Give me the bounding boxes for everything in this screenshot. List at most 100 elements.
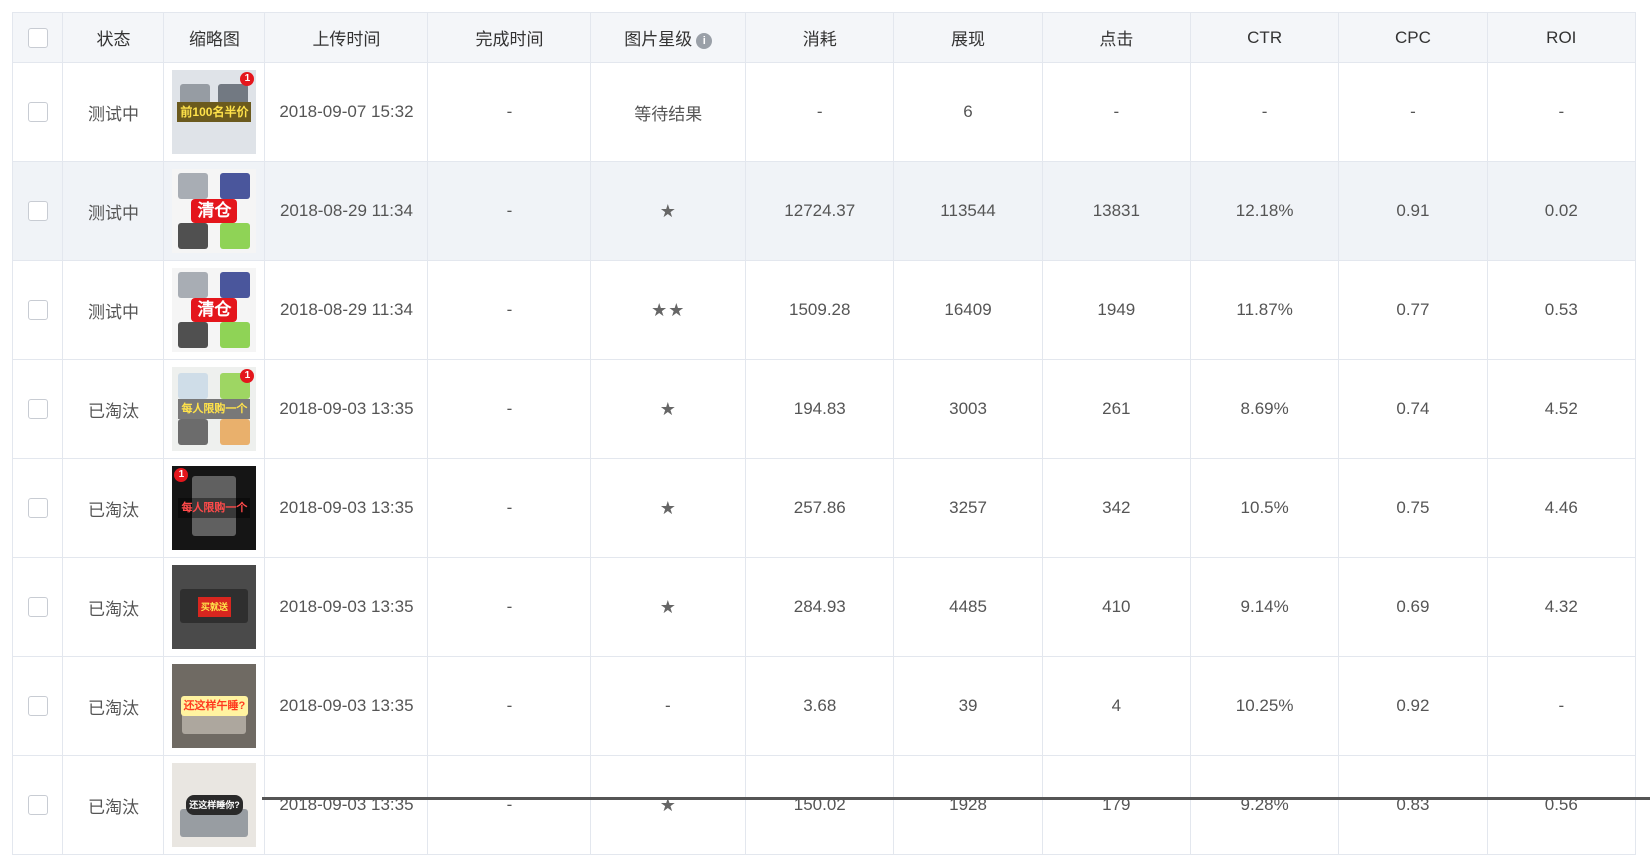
thumbnail-image[interactable]: 还这样午睡? (172, 664, 257, 748)
thumbnail-cell: 前100名半价 1 (163, 62, 266, 162)
header-impressions[interactable]: 展现 (893, 12, 1043, 63)
row-checkbox[interactable] (27, 201, 48, 222)
chair-shape (220, 272, 251, 298)
status-cell: 已淘汰 (62, 557, 165, 657)
header-spend[interactable]: 消耗 (745, 12, 895, 63)
row-checkbox[interactable] (27, 102, 48, 123)
cpc-cell: 0.91 (1338, 161, 1488, 261)
thumbnail-image[interactable]: 还这样睡你? (172, 763, 257, 847)
row-select-cell (11, 161, 64, 261)
clicks-cell: 13831 (1041, 161, 1191, 261)
row-select-cell (11, 755, 64, 855)
thumbnail-cell: 清仓 (163, 260, 266, 360)
ctr-cell: 11.87% (1189, 260, 1340, 360)
table-row[interactable]: 已淘汰 每人限购一个 1 2018-09-03 13:35 - ★ 194.83… (11, 359, 1637, 459)
star-level-cell: ★ (590, 755, 747, 855)
thumbnail-cell: 每人限购一个 1 (163, 359, 266, 459)
row-checkbox[interactable] (27, 597, 48, 618)
finish-time-cell: - (427, 755, 592, 855)
thumbnail-image[interactable]: 清仓 (172, 268, 257, 352)
horizontal-scrollbar[interactable] (262, 797, 1650, 800)
cpc-cell: 0.69 (1338, 557, 1488, 657)
roi-cell: 4.32 (1486, 557, 1637, 657)
impressions-cell: 3003 (893, 359, 1043, 459)
clicks-cell: 1949 (1041, 260, 1191, 360)
star-level-cell: - (590, 656, 747, 756)
row-checkbox[interactable] (27, 300, 48, 321)
star-rating: ★ (659, 596, 677, 617)
star-rating: ★ (659, 497, 677, 518)
chair-shape (178, 272, 209, 298)
finish-time-cell: - (427, 260, 592, 360)
spend-cell: 1509.28 (745, 260, 895, 360)
table-row[interactable]: 测试中 清仓 2018-08-29 11:34 - ★ 12724.37 113… (11, 161, 1637, 261)
upload-time-cell: 2018-08-29 11:34 (264, 161, 429, 261)
impressions-cell: 16409 (893, 260, 1043, 360)
info-icon[interactable]: i (696, 33, 713, 49)
ctr-cell: 10.25% (1189, 656, 1340, 756)
row-select-cell (11, 557, 64, 657)
thumbnail-image[interactable]: 每人限购一个 1 (172, 466, 257, 550)
status-cell: 已淘汰 (62, 458, 165, 558)
row-select-cell (11, 656, 64, 756)
table-row[interactable]: 已淘汰 每人限购一个 1 2018-09-03 13:35 - ★ 257.86… (11, 458, 1637, 558)
upload-time: 2018-09-03 13:35 (279, 597, 414, 616)
thumbnail-image[interactable]: 买就送 (172, 565, 257, 649)
row-checkbox[interactable] (27, 795, 48, 816)
cpc-cell: 0.92 (1338, 656, 1488, 756)
finish-time-cell: - (427, 458, 592, 558)
header-status[interactable]: 状态 (62, 12, 165, 63)
star-rating: ★ (659, 200, 677, 221)
table-row[interactable]: 已淘汰 买就送 2018-09-03 13:35 - ★ 284.93 4485… (11, 557, 1637, 657)
thumbnail-image[interactable]: 清仓 (172, 169, 257, 253)
table-row[interactable]: 已淘汰 还这样睡你? 2018-09-03 13:35 - ★ 150.02 1… (11, 755, 1637, 855)
roi-cell: 4.46 (1486, 458, 1637, 558)
row-checkbox[interactable] (27, 399, 48, 420)
ctr-cell: 9.28% (1189, 755, 1340, 855)
row-checkbox[interactable] (27, 498, 48, 519)
header-clicks[interactable]: 点击 (1041, 12, 1191, 63)
cpc-cell: 0.74 (1338, 359, 1488, 459)
header-thumbnail: 缩略图 (163, 12, 266, 63)
thumbnail-image[interactable]: 每人限购一个 1 (172, 367, 257, 451)
star-rating: ★ (659, 398, 677, 419)
clicks-cell: 342 (1041, 458, 1191, 558)
upload-time: 2018-09-03 13:35 (279, 696, 414, 715)
select-all-checkbox[interactable] (27, 27, 48, 48)
header-finish-time[interactable]: 完成时间 (427, 12, 592, 63)
cpc-cell: 0.83 (1338, 755, 1488, 855)
impressions-cell: 1928 (893, 755, 1043, 855)
upload-time: 2018-09-03 13:35 (279, 795, 414, 814)
spend-cell: 3.68 (745, 656, 895, 756)
upload-time-cell: 2018-09-03 13:35 (264, 755, 429, 855)
header-ctr[interactable]: CTR (1189, 12, 1340, 63)
header-star-level: 图片星级 i (590, 12, 747, 63)
thumbnail-image[interactable]: 前100名半价 1 (172, 70, 257, 154)
star-rating: ★★ (651, 299, 686, 320)
rank-badge: 1 (174, 468, 189, 482)
spend-cell: 194.83 (745, 359, 895, 459)
roi-cell: 0.53 (1486, 260, 1637, 360)
table-row[interactable]: 测试中 清仓 2018-08-29 11:34 - ★★ 1509.28 164… (11, 260, 1637, 360)
impressions-cell: 6 (893, 62, 1043, 162)
row-select-cell (11, 62, 64, 162)
header-cpc[interactable]: CPC (1338, 12, 1488, 63)
upload-time-cell: 2018-09-03 13:35 (264, 458, 429, 558)
clicks-cell: 261 (1041, 359, 1191, 459)
row-checkbox[interactable] (27, 696, 48, 717)
row-select-cell (11, 260, 64, 360)
chair-shape (220, 419, 251, 445)
roi-cell: 0.02 (1486, 161, 1637, 261)
status-cell: 测试中 (62, 161, 165, 261)
chair-shape (220, 223, 251, 249)
header-upload-time[interactable]: 上传时间 (264, 12, 429, 63)
impressions-cell: 4485 (893, 557, 1043, 657)
ctr-cell: 8.69% (1189, 359, 1340, 459)
row-select-cell (11, 359, 64, 459)
star-level-cell: ★ (590, 557, 747, 657)
impressions-cell: 3257 (893, 458, 1043, 558)
header-roi[interactable]: ROI (1486, 12, 1637, 63)
table-row[interactable]: 已淘汰 还这样午睡? 2018-09-03 13:35 - - 3.68 39 … (11, 656, 1637, 756)
table-row[interactable]: 测试中 前100名半价 1 2018-09-07 15:32 - 等待结果 - … (11, 62, 1637, 162)
star-level-cell: ★ (590, 458, 747, 558)
